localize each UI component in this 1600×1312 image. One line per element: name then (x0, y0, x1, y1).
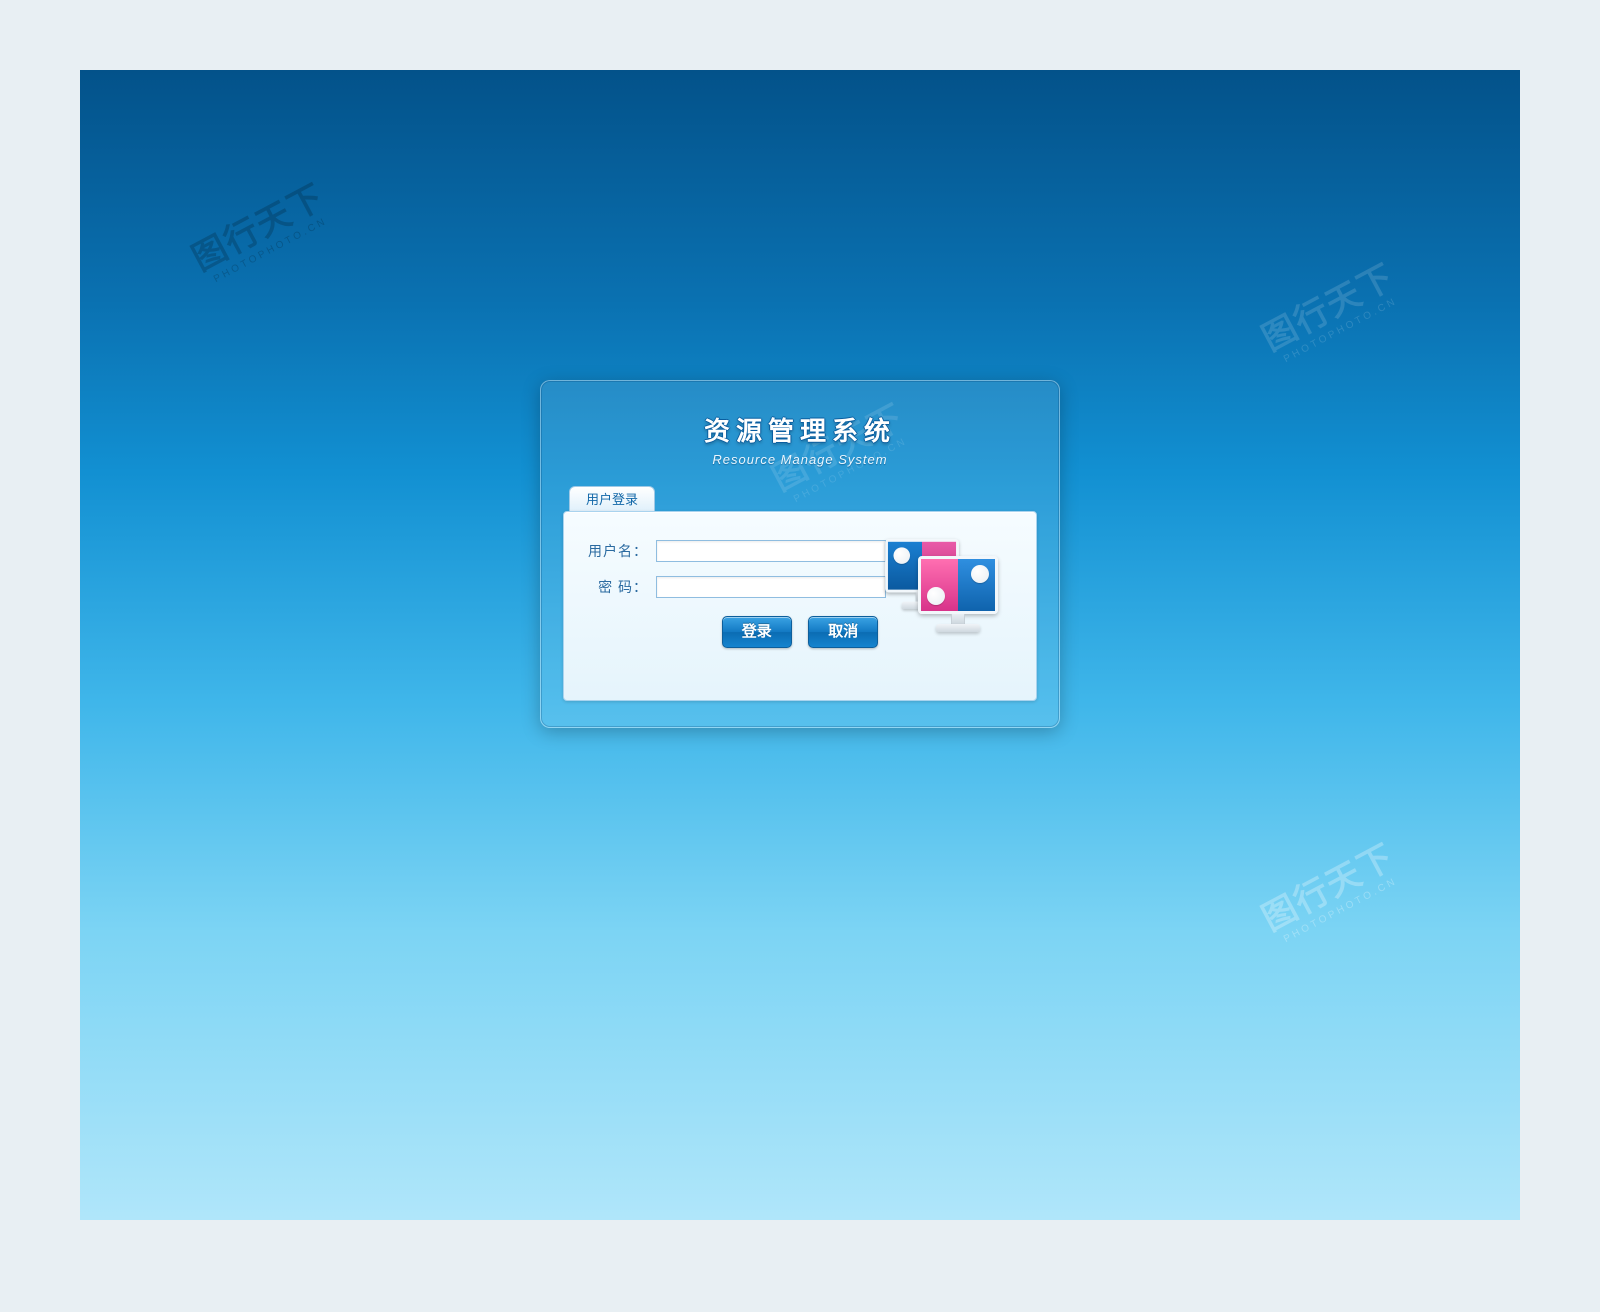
password-input[interactable] (656, 576, 886, 598)
monitors-illustration (878, 532, 1018, 642)
login-form-card: 用户名： 密 码： 登录 取消 (563, 511, 1037, 701)
watermark-sub: PHOTOPHOTO.CN (1275, 292, 1407, 369)
watermark-text: 图行天下 (186, 177, 331, 278)
login-stage: 图行天下 PHOTOPHOTO.CN 图行天下 PHOTOPHOTO.CN 图行… (80, 70, 1520, 1220)
watermark: 图行天下 PHOTOPHOTO.CN (1257, 839, 1407, 949)
login-panel: 资源管理系统 Resource Manage System 用户登录 用户名： … (540, 380, 1060, 728)
username-input[interactable] (656, 540, 886, 562)
row-password: 密 码： (586, 576, 886, 598)
login-button[interactable]: 登录 (722, 616, 792, 648)
row-username: 用户名： (586, 540, 886, 562)
tab-bar: 用户登录 (569, 485, 1037, 511)
username-label: 用户名： (586, 541, 656, 561)
app-title-cn: 资源管理系统 (563, 411, 1037, 448)
password-label: 密 码： (586, 577, 656, 597)
app-title-en: Resource Manage System (563, 452, 1037, 467)
form-rows: 用户名： 密 码： (586, 540, 886, 598)
watermark-text: 图行天下 (1256, 837, 1401, 938)
watermark: 图行天下 PHOTOPHOTO.CN (187, 179, 337, 289)
watermark-sub: PHOTOPHOTO.CN (1275, 872, 1407, 949)
watermark-sub: PHOTOPHOTO.CN (205, 212, 337, 289)
panel-header: 资源管理系统 Resource Manage System (563, 405, 1037, 485)
monitor-icon (918, 556, 998, 632)
cancel-button[interactable]: 取消 (808, 616, 878, 648)
tab-user-login[interactable]: 用户登录 (569, 486, 655, 512)
watermark: 图行天下 PHOTOPHOTO.CN (1257, 259, 1407, 369)
watermark-text: 图行天下 (1256, 257, 1401, 358)
